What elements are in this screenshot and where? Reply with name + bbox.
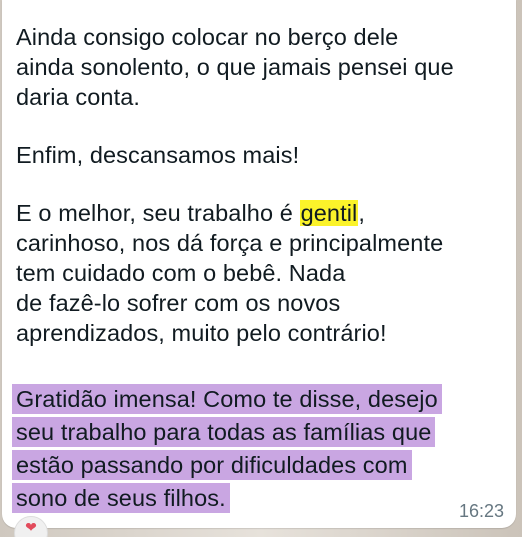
highlighted-line: estão passando por dificuldades com [12, 450, 412, 480]
text-line: carinhoso, nos dá força e principalmente [16, 230, 444, 256]
message-paragraph-3: E o melhor, seu trabalho é gentil, carin… [16, 198, 502, 348]
text-line: ainda sonolento, o que jamais pensei que [16, 54, 454, 80]
highlighted-line: sono de seus filhos. [12, 483, 230, 513]
highlighted-line: Gratidão imensa! Como te disse, desejo [12, 384, 442, 414]
text-line: Ainda consigo colocar no berço dele [16, 24, 399, 50]
message-paragraph-4-highlighted: Gratidão imensa! Como te disse, desejo s… [12, 384, 502, 516]
text-line: daria conta. [16, 84, 141, 110]
text-line: tem cuidado com o bebê. Nada [16, 260, 346, 286]
text-line: de fazê-lo sofrer com os novos [16, 290, 341, 316]
chat-background: Ainda consigo colocar no berço dele aind… [0, 0, 522, 537]
text-line: E o melhor, seu trabalho é gentil, [16, 198, 502, 228]
message-text: Ainda consigo colocar no berço dele aind… [12, 22, 502, 516]
message-paragraph-1: Ainda consigo colocar no berço dele aind… [16, 22, 502, 112]
message-bubble[interactable]: Ainda consigo colocar no berço dele aind… [2, 0, 516, 537]
text-fragment: , [358, 200, 365, 226]
highlighted-line: seu trabalho para todas as famílias que [12, 417, 436, 447]
text-line: aprendizados, muito pelo contrário! [16, 320, 387, 346]
message-paragraph-2: Enfim, descansamos mais! [16, 140, 502, 170]
message-timestamp: 16:23 [458, 501, 504, 521]
highlighted-word: gentil [299, 200, 359, 226]
heart-icon: ❤ [25, 519, 37, 535]
text-fragment: E o melhor, seu trabalho é [16, 200, 300, 226]
reaction-badge[interactable]: ❤ [14, 516, 48, 537]
text-line: Enfim, descansamos mais! [16, 142, 300, 168]
